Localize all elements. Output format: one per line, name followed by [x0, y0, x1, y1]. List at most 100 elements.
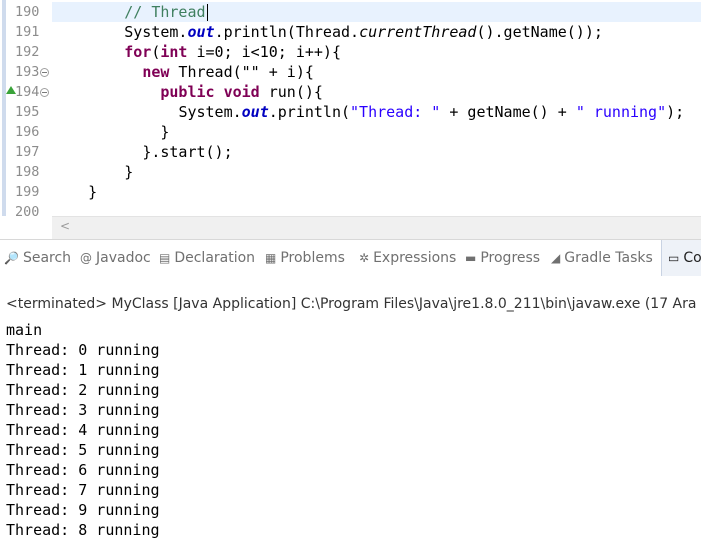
- code-token: Thread("" + i){: [169, 63, 314, 81]
- console-output-line: Thread: 7 running: [6, 481, 160, 499]
- console-output-line: Thread: 8 running: [6, 521, 160, 539]
- console-output-line: Thread: 1 running: [6, 361, 160, 379]
- line-number-label: 198: [15, 164, 40, 180]
- tab-label: Co: [683, 250, 701, 266]
- console-output-line: Thread: 2 running: [6, 381, 160, 399]
- line-number-label: 196: [15, 124, 40, 140]
- console-view[interactable]: <terminated> MyClass [Java Application] …: [0, 276, 701, 548]
- override-marker-icon[interactable]: [6, 86, 16, 94]
- code-token: );: [666, 103, 685, 121]
- tab-label: Problems: [280, 250, 345, 266]
- tab-label: Search: [22, 250, 72, 266]
- code-line[interactable]: }: [52, 162, 701, 182]
- line-number: 195: [0, 102, 48, 122]
- code-token: currentThread: [359, 23, 477, 41]
- line-number: 198: [0, 162, 48, 182]
- line-number: 197: [0, 142, 48, 162]
- line-number-label: 194: [15, 84, 40, 100]
- tab-co[interactable]: ▭ Co: [661, 240, 701, 276]
- expressions-icon: ✲: [359, 251, 370, 265]
- code-token: int: [160, 43, 188, 61]
- code-token: new: [142, 63, 170, 81]
- line-number: 190: [0, 2, 48, 22]
- code-token: for: [124, 43, 152, 61]
- code-token: }: [88, 183, 98, 201]
- tab-progress[interactable]: ▬ Progress: [465, 240, 540, 276]
- line-number-label: 199: [15, 184, 40, 200]
- code-line[interactable]: System.out.println(Thread.currentThread(…: [52, 22, 701, 42]
- code-token: void: [223, 83, 260, 101]
- gutter-bottom: [0, 216, 52, 238]
- view-tab-bar: 🔎 Search @ Javadoc ▤ Declaration ▦ Problems ✲ Exp…: [0, 239, 701, 277]
- code-line[interactable]: // Thread: [52, 2, 701, 22]
- console-output-line: Thread: 9 running: [6, 501, 160, 519]
- code-token: out: [241, 103, 269, 121]
- tab-javadoc[interactable]: @ Javadoc: [80, 240, 151, 276]
- code-token: System.: [124, 23, 188, 41]
- tab-declaration[interactable]: ▤ Declaration: [159, 240, 255, 276]
- tab-label: Expressions: [373, 250, 457, 266]
- console-output-line: Thread: 6 running: [6, 461, 160, 479]
- problems-icon: ▦: [265, 251, 277, 265]
- code-token: public: [160, 83, 215, 101]
- javadoc-icon: @: [80, 251, 92, 265]
- code-token: }: [124, 163, 134, 181]
- tab-expressions[interactable]: ✲ Expressions: [359, 240, 456, 276]
- code-line[interactable]: [52, 202, 701, 216]
- code-token: ().getName());: [476, 23, 603, 41]
- line-number: 192: [0, 42, 48, 62]
- text-caret: [206, 4, 208, 21]
- code-token: + getName() +: [440, 103, 576, 121]
- code-token: }: [160, 123, 170, 141]
- code-token: out: [187, 23, 215, 41]
- line-number-gutter: 190 191 192 193 194 195 196 197 198 199 200: [0, 0, 49, 216]
- code-line[interactable]: }.start();: [52, 142, 701, 162]
- code-line[interactable]: System.out.println("Thread: " + getName(…: [52, 102, 701, 122]
- code-token: System.: [178, 103, 242, 121]
- fold-toggle-icon[interactable]: [40, 88, 49, 97]
- tab-label: Declaration: [174, 250, 256, 266]
- code-token: i=0; i<10; i++){: [187, 43, 341, 61]
- console-status-line: <terminated> MyClass [Java Application] …: [6, 296, 701, 312]
- tab-gradle-tasks[interactable]: ◢ Gradle Tasks: [551, 240, 653, 276]
- code-line[interactable]: new Thread("" + i){: [52, 62, 701, 82]
- console-output-line: Thread: 3 running: [6, 401, 160, 419]
- console-output-line: main: [6, 321, 43, 339]
- line-number: 194: [0, 82, 49, 102]
- code-token: " running": [575, 103, 667, 121]
- line-number-label: 193: [15, 64, 40, 80]
- code-line[interactable]: public void run(){: [52, 82, 701, 102]
- line-number: 193: [0, 62, 49, 82]
- line-number: 200: [0, 202, 48, 216]
- code-line[interactable]: for(int i=0; i<10; i++){: [52, 42, 701, 62]
- search-icon: 🔎: [4, 251, 19, 265]
- code-line[interactable]: }: [52, 122, 701, 142]
- line-number-label: 190: [15, 4, 40, 20]
- code-editor[interactable]: 190 191 192 193 194 195 196 197 198 199 200 // Thr…: [0, 0, 701, 216]
- line-number-label: 197: [15, 144, 40, 160]
- code-token: }.start();: [142, 143, 233, 161]
- code-line[interactable]: }: [52, 182, 701, 202]
- console-output-line: Thread: 5 running: [6, 441, 160, 459]
- horizontal-scrollbar[interactable]: <: [52, 216, 701, 239]
- progress-icon: ▬: [465, 251, 477, 265]
- declaration-icon: ▤: [159, 251, 171, 265]
- line-number-label: 191: [15, 24, 40, 40]
- tab-search[interactable]: 🔎 Search: [4, 240, 71, 276]
- console-output-line: Thread: 4 running: [6, 421, 160, 439]
- tab-label: Progress: [480, 250, 541, 266]
- gradle-icon: ◢: [551, 251, 561, 265]
- line-number: 191: [0, 22, 48, 42]
- scroll-left-arrow-icon[interactable]: <: [60, 219, 70, 233]
- fold-toggle-icon[interactable]: [40, 68, 49, 77]
- tab-problems[interactable]: ▦ Problems: [265, 240, 345, 276]
